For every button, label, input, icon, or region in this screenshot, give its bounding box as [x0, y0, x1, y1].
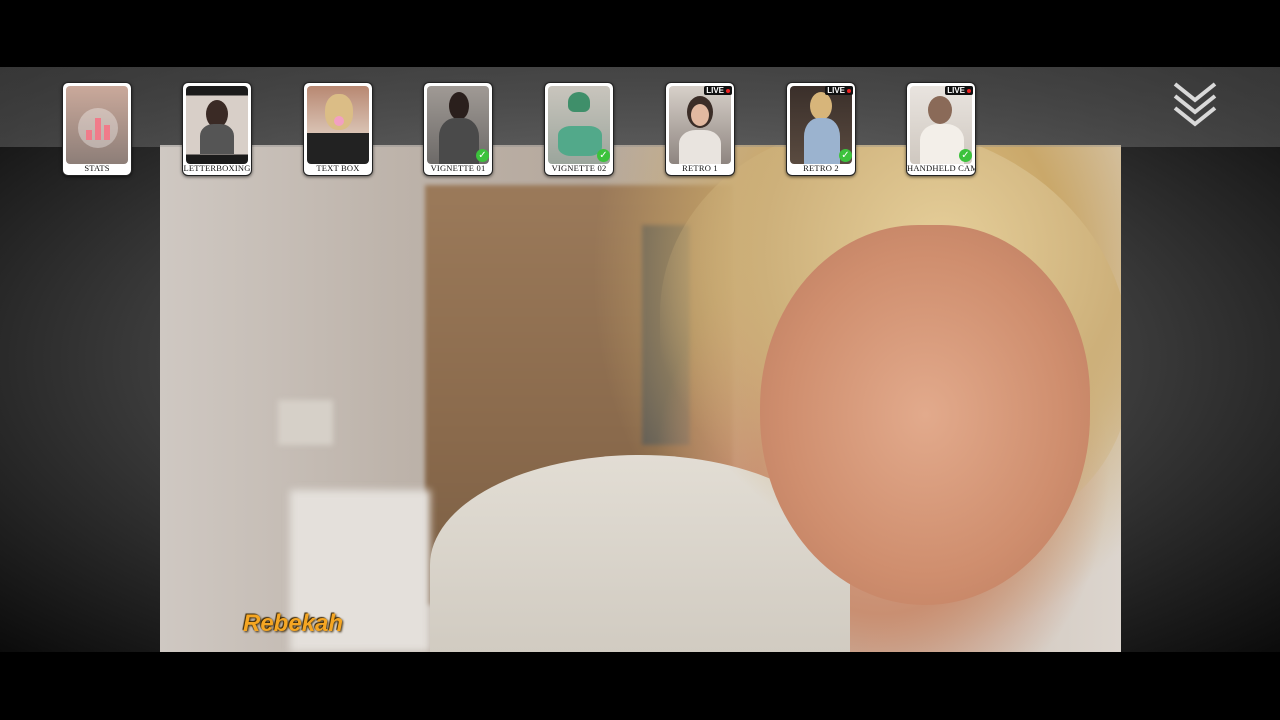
menu-item-retro-1[interactable]: LIVE RETRO 1: [665, 82, 735, 176]
stats-chart-icon: [78, 108, 118, 148]
live-badge: LIVE: [704, 86, 732, 95]
menu-item-vignette-02[interactable]: ✓ VIGNETTE 02: [544, 82, 614, 176]
letterbox-bottom: [0, 652, 1280, 720]
letterbox-top: [0, 0, 1280, 67]
thumbnail-woman-dark-hair: [186, 86, 248, 164]
completed-check-icon: ✓: [839, 149, 852, 162]
light-switch: [278, 400, 333, 445]
menu-item-label: LETTERBOXING: [183, 163, 251, 173]
menu-item-label: HANDHELD CAMERA: [907, 163, 975, 173]
completed-check-icon: ✓: [476, 149, 489, 162]
menu-item-label: TEXT BOX: [316, 163, 360, 173]
menu-item-stats[interactable]: STATS: [62, 82, 132, 176]
menu-item-handheld-camera[interactable]: LIVE ✓ HANDHELD CAMERA: [906, 82, 976, 176]
thumbnail-woman-blonde-bubblegum: [307, 86, 369, 164]
menu-item-label: STATS: [84, 163, 110, 173]
menu-item-label: VIGNETTE 01: [430, 163, 486, 173]
menu-item-label: RETRO 2: [803, 163, 839, 173]
stats-bar: [104, 125, 110, 140]
menu-item-retro-2[interactable]: LIVE ✓ RETRO 2: [786, 82, 856, 176]
stats-icon: [66, 86, 128, 164]
menu-item-text-box[interactable]: TEXT BOX: [303, 82, 373, 176]
live-badge: LIVE: [945, 86, 973, 95]
menu-item-letterboxing[interactable]: LETTERBOXING: [182, 82, 252, 176]
completed-check-icon: ✓: [597, 149, 610, 162]
menu-item-vignette-01[interactable]: ✓ VIGNETTE 01: [423, 82, 493, 176]
menu-item-label: RETRO 1: [682, 163, 718, 173]
thumbnail-woman-retro: [669, 86, 731, 164]
scene-background[interactable]: [160, 145, 1121, 652]
character-face: [760, 225, 1090, 605]
completed-check-icon: ✓: [959, 149, 972, 162]
stats-bar: [95, 118, 101, 140]
stats-bar: [86, 130, 92, 140]
live-badge: LIVE: [825, 86, 853, 95]
double-chevron-down-icon[interactable]: [1172, 80, 1218, 130]
menu-item-label: VIGNETTE 02: [551, 163, 607, 173]
speaker-name: Rebekah: [243, 610, 344, 637]
